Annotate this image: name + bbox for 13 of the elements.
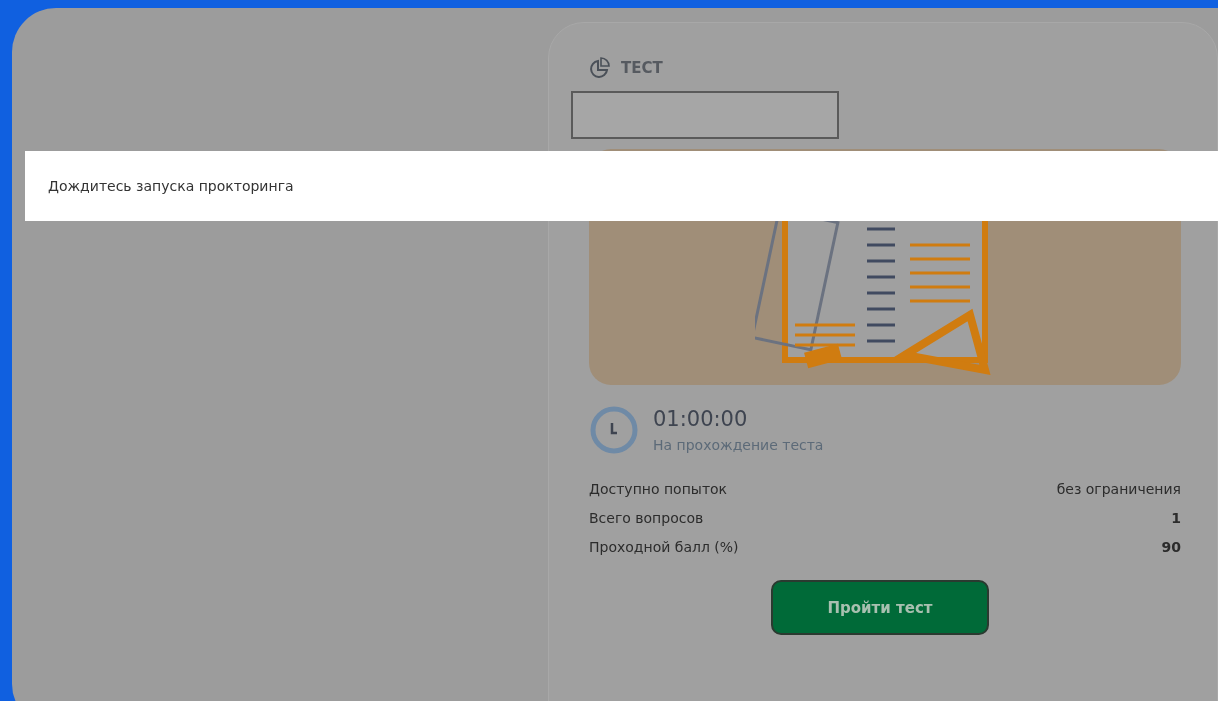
clock-icon [589,405,639,455]
stat-label: Всего вопросов [589,510,704,526]
stat-label: Доступно попыток [589,481,728,497]
timer-value: 01:00:00 [653,407,749,431]
stat-value: 90 [1161,539,1181,555]
stat-value: без ограничения [1056,481,1181,497]
start-test-button[interactable]: Пройти тест [771,580,989,635]
pie-chart-icon [589,57,611,79]
timer-caption: На прохождение теста [653,437,824,453]
stat-value: 1 [1171,510,1181,526]
notice-text: Дождитесь запуска прокторинга [48,178,294,194]
card-title: ТЕСТ [621,59,663,77]
stat-label: Проходной балл (%) [589,539,739,555]
